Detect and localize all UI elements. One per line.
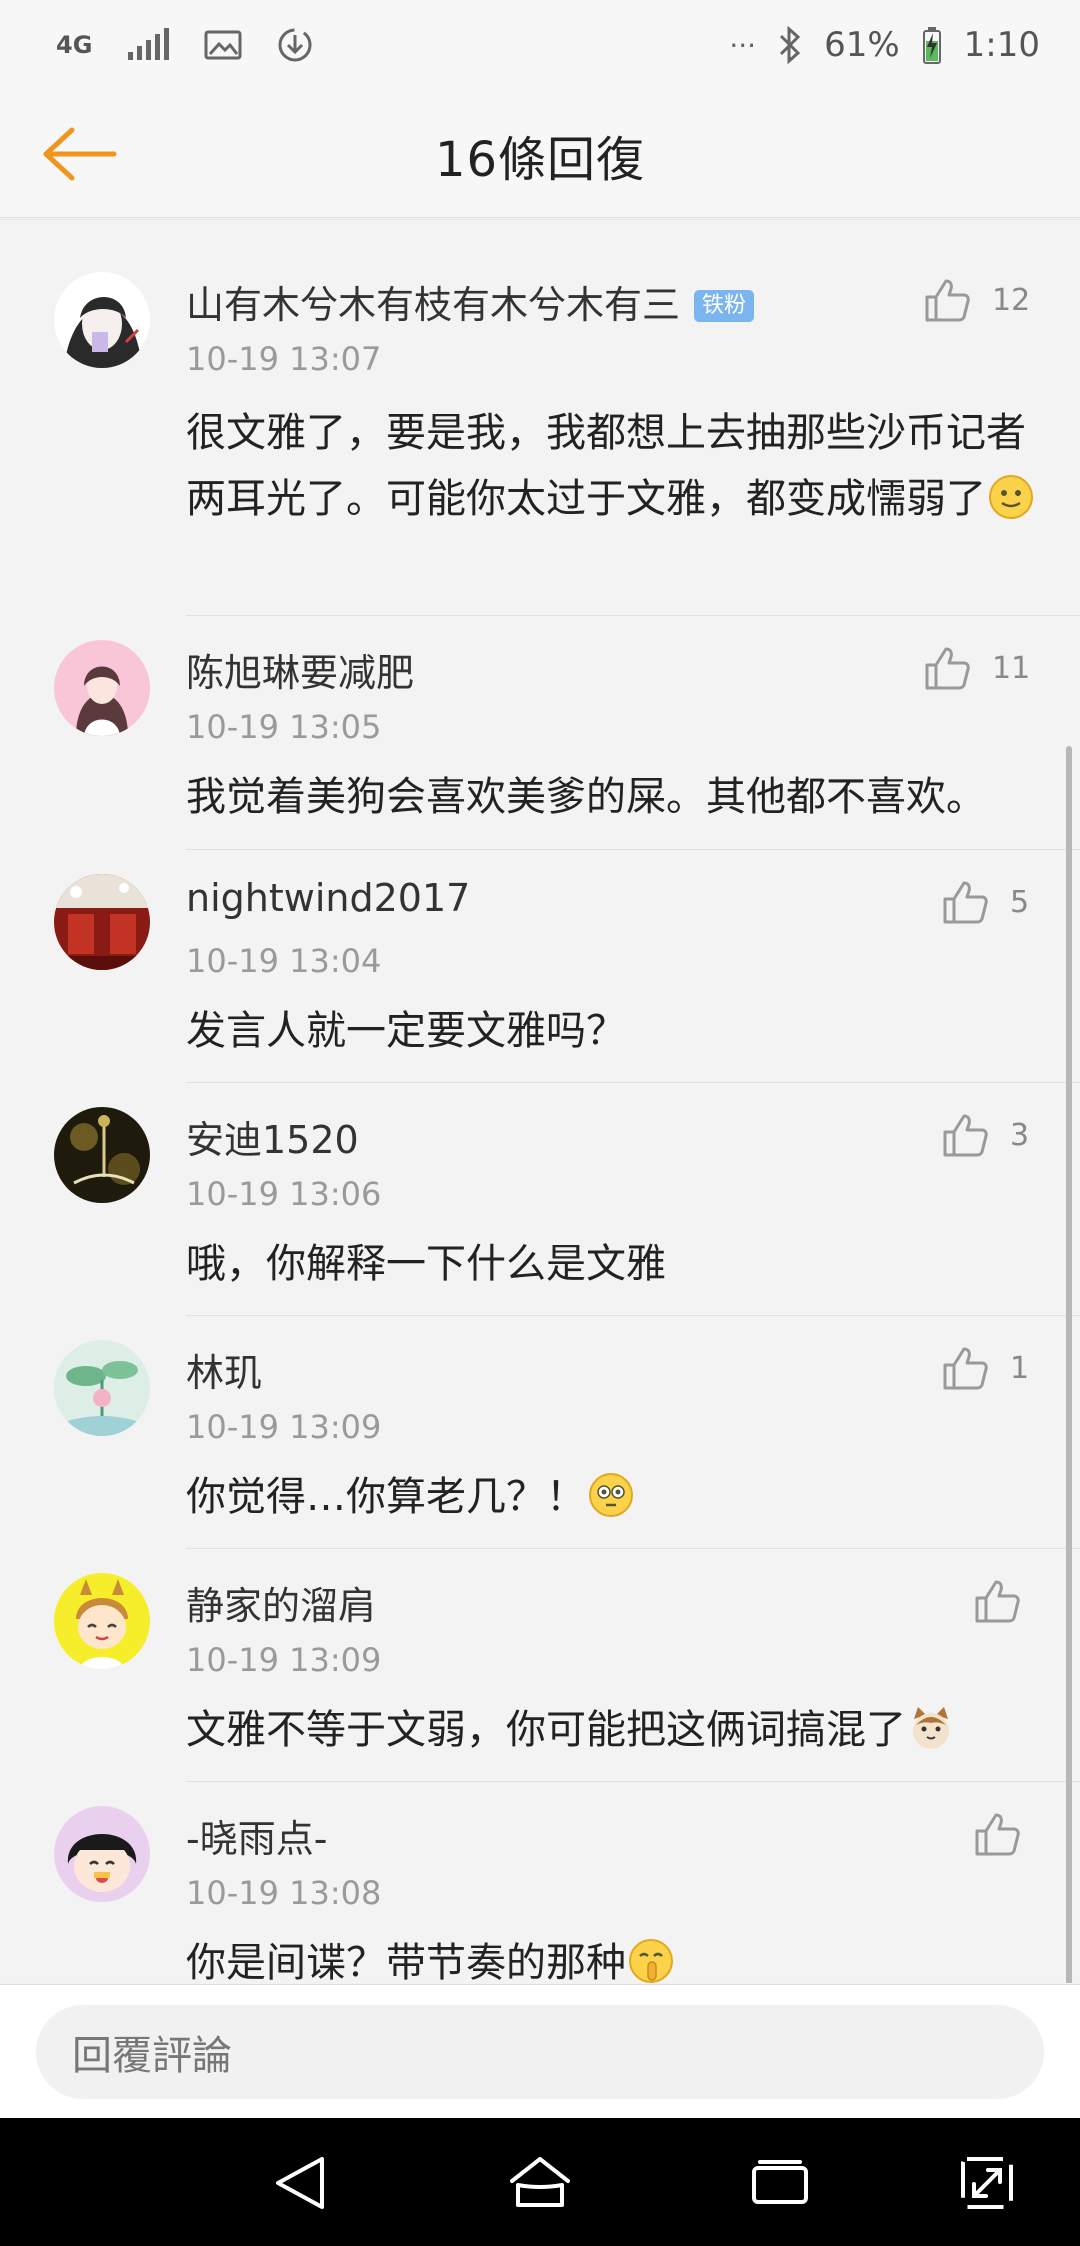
like-count: 1 — [1010, 1350, 1030, 1386]
clock: 1:10 — [963, 25, 1040, 65]
recents-icon — [752, 2160, 808, 2204]
comment-item: 林玑 1 10-19 13:09 你觉得…你算老几？！ — [0, 1316, 1080, 1549]
comment-timestamp: 10-19 13:06 — [186, 1175, 382, 1213]
avatar[interactable] — [54, 1340, 150, 1436]
comment-item: 静家的溜肩 10-19 13:09 文雅不等于文弱，你可能把这俩词搞混了 — [0, 1549, 1080, 1782]
like-button[interactable]: 3 — [942, 1107, 1029, 1163]
like-button[interactable]: 11 — [924, 640, 1030, 696]
status-bar: 4G ··· 61% 1:10 — [0, 0, 1080, 90]
bluetooth-icon — [778, 26, 802, 64]
avatar[interactable] — [54, 1107, 150, 1203]
download-icon — [276, 26, 314, 64]
reply-bar: 回覆評論 — [0, 1984, 1080, 2118]
comment-timestamp: 10-19 13:08 — [186, 1874, 382, 1912]
thumbs-up-icon — [975, 1580, 1020, 1623]
comment-timestamp: 10-19 13:09 — [186, 1408, 382, 1446]
network-label: 4G — [56, 31, 93, 59]
comment-username[interactable]: 安迪1520 — [186, 1109, 359, 1164]
avatar[interactable] — [54, 1573, 150, 1669]
like-count: 12 — [992, 282, 1031, 318]
comment-text: 我觉着美狗会喜欢美爹的屎。其他都不喜欢。 — [186, 774, 986, 820]
system-nav-bar — [0, 2118, 1080, 2246]
nav-screen-button[interactable] — [952, 2148, 1022, 2218]
comment-item: -晓雨点- 10-19 13:08 你是间谍？带节奏的那种 — [0, 1782, 1080, 1983]
comment-item: 安迪1520 3 10-19 13:06 哦，你解释一下什么是文雅 — [0, 1083, 1080, 1316]
thumbs-up-icon — [943, 881, 988, 924]
comment-text: 你觉得…你算老几？！ — [186, 1464, 1036, 1530]
nav-home-button[interactable] — [505, 2148, 575, 2218]
battery-charging-icon — [922, 26, 942, 64]
fan-badge: 铁粉 — [694, 290, 755, 322]
reply-input[interactable]: 回覆評論 — [36, 2005, 1044, 2099]
more-dots: ··· — [729, 28, 757, 62]
signal-icon — [126, 28, 170, 62]
thumbs-up-icon — [943, 1347, 988, 1390]
comment-username[interactable]: 林玑 — [186, 1342, 262, 1397]
comment-username[interactable]: -晓雨点- — [186, 1808, 327, 1863]
slight-smile-emoji-icon — [988, 474, 1034, 520]
comment-text: 文雅不等于文弱，你可能把这俩词搞混了 — [186, 1697, 1036, 1763]
comment-username[interactable]: 山有木兮木有枝有木兮木有三 铁粉 — [186, 274, 755, 329]
like-count: 3 — [1010, 1117, 1030, 1153]
nav-recents-button[interactable] — [745, 2148, 815, 2218]
comment-timestamp: 10-19 13:05 — [186, 708, 382, 746]
comment-item: nightwind2017 5 10-19 13:04 发言人就一定要文雅吗？ — [0, 850, 1080, 1083]
comment-item: 山有木兮木有枝有木兮木有三 铁粉 12 10-19 13:07 很文雅了，要是我，… — [0, 240, 1080, 616]
comment-text: 你是间谍？带节奏的那种 — [186, 1930, 1036, 1983]
like-button[interactable] — [974, 1573, 1020, 1629]
thumbs-up-icon — [943, 1114, 988, 1157]
comment-body: 很文雅了，要是我，我都想上去抽那些沙币记者两耳光了。可能你太过于文雅，都变成懦弱… — [186, 410, 1026, 522]
scrollbar[interactable] — [1066, 746, 1072, 1983]
comment-text: 很文雅了，要是我，我都想上去抽那些沙币记者两耳光了。可能你太过于文雅，都变成懦弱… — [186, 400, 1036, 532]
home-icon — [510, 2157, 570, 2207]
thumbs-up-icon — [975, 1813, 1020, 1856]
comment-timestamp: 10-19 13:04 — [186, 942, 382, 980]
status-right: ··· 61% 1:10 — [729, 25, 1040, 65]
comment-username[interactable]: 静家的溜肩 — [186, 1575, 376, 1630]
comment-item: 陈旭琳要减肥 11 10-19 13:05 我觉着美狗会喜欢美爹的屎。其他都不喜… — [0, 616, 1080, 850]
thumbs-up-icon — [925, 647, 970, 690]
comment-text: 哦，你解释一下什么是文雅 — [186, 1241, 666, 1287]
comment-username[interactable]: nightwind2017 — [186, 876, 470, 920]
like-button[interactable]: 1 — [942, 1340, 1029, 1396]
status-left: 4G — [56, 26, 314, 64]
thumbs-up-icon — [925, 279, 970, 322]
like-button[interactable] — [974, 1806, 1020, 1862]
cat-emoji-icon — [908, 1705, 954, 1751]
avatar[interactable] — [54, 272, 150, 368]
like-button[interactable]: 5 — [942, 874, 1029, 930]
comment-body: 你是间谍？带节奏的那种 — [186, 1940, 626, 1983]
comment-username[interactable]: 陈旭琳要减肥 — [186, 642, 414, 697]
avatar[interactable] — [54, 640, 150, 736]
flushed-emoji-icon — [588, 1472, 634, 1518]
comment-list[interactable]: 山有木兮木有枝有木兮木有三 铁粉 12 10-19 13:07 很文雅了，要是我，… — [0, 219, 1080, 1983]
shush-emoji-icon — [628, 1938, 674, 1983]
page-title: 16條回復 — [434, 132, 646, 188]
comment-text: 发言人就一定要文雅吗？ — [186, 1008, 626, 1054]
like-count: 11 — [992, 650, 1031, 686]
battery-percent: 61% — [824, 25, 900, 65]
like-count: 5 — [1010, 884, 1030, 920]
username-text: 山有木兮木有枝有木兮木有三 — [186, 283, 681, 327]
comment-timestamp: 10-19 13:07 — [186, 340, 382, 378]
avatar[interactable] — [54, 874, 150, 970]
image-notification-icon — [204, 29, 242, 61]
app-header: 16條回復 — [0, 90, 1080, 218]
expand-icon — [961, 2157, 1013, 2209]
comment-timestamp: 10-19 13:09 — [186, 1641, 382, 1679]
nav-back-button[interactable] — [265, 2148, 335, 2218]
like-button[interactable]: 12 — [924, 272, 1030, 328]
triangle-back-icon — [276, 2157, 324, 2209]
avatar[interactable] — [54, 1806, 150, 1902]
comment-body: 你觉得…你算老几？！ — [186, 1474, 586, 1520]
network-type-icon: 4G — [56, 33, 92, 57]
comment-body: 文雅不等于文弱，你可能把这俩词搞混了 — [186, 1707, 906, 1753]
